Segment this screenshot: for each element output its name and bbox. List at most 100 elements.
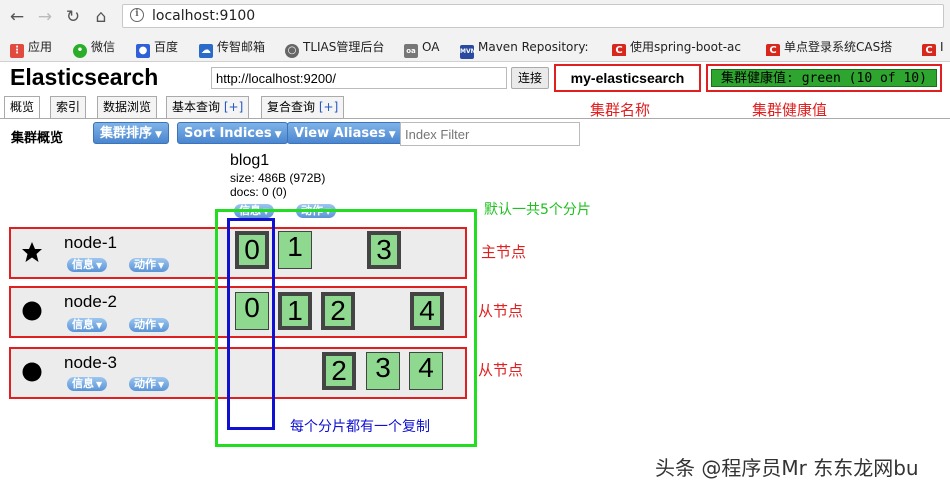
mvn-icon: MVN — [460, 45, 476, 59]
chevron-down-icon: ▼ — [96, 261, 103, 270]
node-1-action-button[interactable]: 动作 ▼ — [129, 258, 170, 272]
sort-indices-button[interactable]: Sort Indices ▼ — [177, 122, 289, 144]
button-label: 集群排序 — [100, 126, 153, 141]
node-name: node-2 — [64, 292, 117, 311]
baidu-paw-icon: ● — [136, 44, 150, 58]
bookmark-label: I — [940, 40, 944, 54]
chevron-down-icon: ▼ — [158, 321, 165, 330]
tab-compound-query[interactable]: 复合查询 [+] — [261, 96, 345, 118]
bookmark-label: 单点登录系统CAS搭 — [784, 40, 893, 54]
info-icon[interactable]: i — [130, 8, 144, 22]
bookmark-label: TLIAS管理后台 — [303, 40, 385, 54]
chevron-down-icon: ▼ — [96, 321, 103, 330]
tab-browser[interactable]: 数据浏览 — [97, 96, 158, 118]
back-arrow-icon[interactable]: ← — [6, 6, 28, 28]
index-docs: docs: 0 (0) — [230, 185, 287, 199]
bookmark-label: 百度 — [154, 40, 179, 54]
node-3-action-button[interactable]: 动作 ▼ — [129, 377, 170, 391]
cluster-health-status: 集群健康值: green (10 of 10) — [711, 69, 937, 87]
bookmark-label: OA — [422, 40, 440, 54]
reload-icon[interactable]: ↻ — [62, 6, 84, 28]
button-label: View Aliases — [294, 126, 386, 141]
bookmark-apps[interactable]: ⋮ 应用 — [10, 38, 53, 58]
star-icon — [22, 242, 42, 262]
bookmark-label: 微信 — [91, 40, 116, 54]
tab-basic-query[interactable]: 基本查询 [+] — [166, 96, 250, 118]
connect-url-input[interactable] — [211, 67, 507, 89]
circle-icon — [22, 362, 42, 382]
mail-cloud-icon: ☁ — [199, 44, 213, 58]
node-name: node-1 — [64, 233, 117, 252]
bookmark-oa[interactable]: oa OA — [404, 38, 440, 58]
node-2-action-button[interactable]: 动作 ▼ — [129, 318, 170, 332]
annotation-replica-column-box — [227, 218, 275, 430]
node-3-info-button[interactable]: 信息 ▼ — [67, 377, 108, 391]
annotation-default-shards: 默认一共5个分片 — [484, 202, 591, 218]
csdn-c-icon: C — [612, 44, 626, 56]
button-label: 动作 — [134, 377, 156, 390]
sort-cluster-button[interactable]: 集群排序 ▼ — [93, 122, 169, 144]
bookmark-label: 使用spring-boot-ac — [630, 40, 741, 54]
csdn-c-icon: C — [922, 44, 936, 56]
index-size: size: 486B (972B) — [230, 171, 326, 185]
view-aliases-button[interactable]: View Aliases ▼ — [287, 122, 403, 144]
address-bar[interactable]: i localhost:9100 — [122, 4, 944, 28]
tab-label: 概览 — [10, 100, 35, 114]
chevron-down-icon: ▼ — [155, 130, 162, 140]
browser-chrome: ← → ↻ ⌂ i localhost:9100 ⋮ 应用 • 微信 ● 百度 ☁ 传智… — [0, 0, 950, 62]
annotation-slave-node-1: 从节点 — [478, 302, 524, 320]
tab-plus: [+] — [223, 100, 244, 114]
button-label: Sort Indices — [184, 126, 272, 141]
cluster-health-box: 集群健康值: green (10 of 10) — [706, 64, 942, 92]
node-name: node-3 — [64, 353, 117, 372]
apps-grid-icon: ⋮ — [10, 44, 24, 58]
annotation-cluster-name: 集群名称 — [590, 101, 651, 119]
annotation-cluster-health: 集群健康值 — [752, 101, 828, 119]
tab-indices[interactable]: 索引 — [50, 96, 87, 118]
annotation-replica-note: 每个分片都有一个复制 — [290, 419, 430, 435]
forward-arrow-icon[interactable]: → — [34, 6, 56, 28]
cluster-name: my-elasticsearch — [554, 64, 701, 92]
chevron-down-icon: ▼ — [158, 380, 165, 389]
cluster-overview-label: 集群概览 — [11, 131, 64, 146]
tab-label: 索引 — [56, 100, 81, 114]
bookmark-maven[interactable]: MVN Maven Repository: — [460, 38, 589, 59]
watermark: 头条 @程序员Mr 东东龙网bu — [655, 456, 919, 480]
node-1-info-button[interactable]: 信息 ▼ — [67, 258, 108, 272]
csdn-c-icon: C — [766, 44, 780, 56]
home-icon[interactable]: ⌂ — [90, 6, 112, 28]
bookmarks-bar: ⋮ 应用 • 微信 ● 百度 ☁ 传智邮箱 ○ TLIAS管理后台 oa OA MVN Mav… — [0, 33, 950, 61]
bookmark-label: Maven Repository: — [478, 40, 589, 54]
connect-button[interactable]: 连接 — [511, 67, 549, 89]
button-label: 信息 — [72, 258, 94, 271]
circle-icon — [22, 301, 42, 321]
wechat-icon: • — [73, 44, 87, 58]
tab-label: 基本查询 — [172, 100, 221, 114]
app-title: Elasticsearch — [10, 64, 159, 90]
bookmark-wechat[interactable]: • 微信 — [73, 38, 116, 58]
bookmark-spring-boot[interactable]: C 使用spring-boot-ac — [612, 38, 757, 56]
globe-icon: ○ — [285, 44, 299, 58]
chevron-down-icon: ▼ — [274, 130, 282, 140]
chevron-down-icon: ▼ — [96, 380, 103, 389]
tab-overview[interactable]: 概览 — [4, 96, 41, 119]
button-label: 信息 — [72, 318, 94, 331]
bookmark-mail[interactable]: ☁ 传智邮箱 — [199, 38, 266, 58]
tab-label: 数据浏览 — [103, 100, 152, 114]
node-2-info-button[interactable]: 信息 ▼ — [67, 318, 108, 332]
bookmark-label: 传智邮箱 — [217, 40, 266, 54]
bookmark-cas[interactable]: C 单点登录系统CAS搭 — [766, 38, 916, 56]
tab-divider — [0, 118, 950, 119]
bookmark-tlias[interactable]: ○ TLIAS管理后台 — [285, 38, 385, 58]
button-label: 动作 — [134, 318, 156, 331]
bookmark-label: 应用 — [28, 40, 53, 54]
chevron-down-icon: ▼ — [158, 261, 165, 270]
button-label: 动作 — [134, 258, 156, 271]
annotation-master-node: 主节点 — [481, 243, 527, 261]
bookmark-more[interactable]: CI — [922, 38, 950, 56]
tab-label: 复合查询 — [267, 100, 316, 114]
address-url: localhost:9100 — [152, 8, 256, 24]
bookmark-baidu[interactable]: ● 百度 — [136, 38, 179, 58]
index-filter-input[interactable] — [400, 122, 580, 146]
tab-plus: [+] — [318, 100, 339, 114]
